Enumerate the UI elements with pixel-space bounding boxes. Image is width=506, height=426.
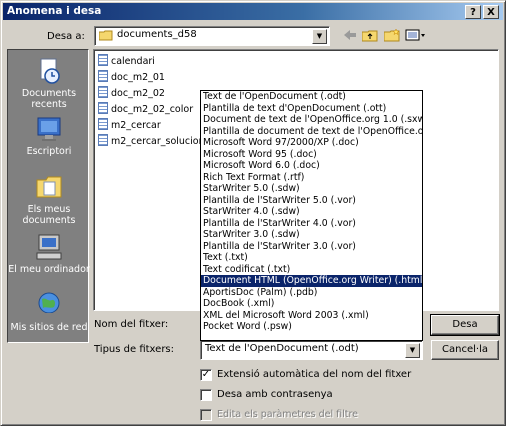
filetype-dropdown-list[interactable]: Text de l'OpenDocument (.odt) Plantilla d… xyxy=(200,90,423,341)
chevron-down-icon[interactable]: ▼ xyxy=(405,343,420,358)
dropdown-option[interactable]: Microsoft Word 6.0 (.doc) xyxy=(201,160,422,172)
list-item[interactable]: doc_m2_01 xyxy=(98,70,165,84)
dropdown-option[interactable]: StarWriter 5.0 (.sdw) xyxy=(201,183,422,195)
folder-icon xyxy=(98,30,113,41)
filetype-label: Tipus de fitxers: xyxy=(94,344,175,355)
edit-filter-settings-checkbox xyxy=(200,409,212,421)
save-button[interactable]: Desa xyxy=(430,314,500,336)
place-label: Els meus documents xyxy=(22,204,76,226)
save-in-label: Desa a: xyxy=(47,31,85,42)
save-in-value: documents_d58 xyxy=(117,29,197,40)
dropdown-option[interactable]: Plantilla de document de text de l'OpenO… xyxy=(201,126,422,138)
chevron-down-icon[interactable]: ▼ xyxy=(312,29,327,44)
my-documents-icon xyxy=(34,172,64,202)
place-label: Escriptori xyxy=(26,146,72,157)
dropdown-option[interactable]: Document HTML (OpenOffice.org Writer) (.… xyxy=(201,275,422,287)
dropdown-option[interactable]: Microsoft Word 95 (.doc) xyxy=(201,149,422,161)
place-network[interactable]: Mis sitios de red xyxy=(8,290,90,333)
desktop-icon xyxy=(34,114,64,144)
new-folder-icon[interactable] xyxy=(383,28,401,45)
dropdown-option[interactable]: StarWriter 4.0 (.sdw) xyxy=(201,206,422,218)
places-bar: Documents recents Escriptori Els meus do… xyxy=(7,49,90,343)
place-my-computer[interactable]: El meu ordinador xyxy=(8,232,90,275)
cancel-button[interactable]: Cancel·la xyxy=(431,340,499,360)
file-name: doc_m2_02 xyxy=(111,88,165,99)
filetype-value: Text de l'OpenDocument (.odt) xyxy=(205,343,359,354)
title-bar: Anomena i desa ? X xyxy=(3,3,503,20)
document-icon xyxy=(98,70,108,82)
network-places-icon xyxy=(34,290,64,320)
dropdown-option[interactable]: Microsoft Word 97/2000/XP (.doc) xyxy=(201,137,422,149)
filetype-select[interactable]: Text de l'OpenDocument (.odt) ▼ xyxy=(200,340,423,360)
place-desktop[interactable]: Escriptori xyxy=(8,114,90,157)
help-button[interactable]: ? xyxy=(465,5,481,19)
place-label: Documents recents xyxy=(21,88,77,110)
dropdown-option[interactable]: Pocket Word (.psw) xyxy=(201,321,422,333)
dropdown-option[interactable]: Plantilla de l'StarWriter 5.0 (.vor) xyxy=(201,195,422,207)
dropdown-option[interactable]: AportisDoc (Palm) (.pdb) xyxy=(201,287,422,299)
document-icon xyxy=(98,54,108,66)
place-label: El meu ordinador xyxy=(8,264,90,275)
dropdown-option[interactable]: XML del Microsoft Word 2003 (.xml) xyxy=(201,310,422,322)
dropdown-option[interactable]: Plantilla de text d'OpenDocument (.ott) xyxy=(201,103,422,115)
dropdown-option[interactable]: Plantilla de l'StarWriter 4.0 (.vor) xyxy=(201,218,422,230)
recent-documents-icon xyxy=(34,56,64,86)
close-button[interactable]: X xyxy=(483,5,499,19)
list-item[interactable]: doc_m2_02 xyxy=(98,86,165,100)
dropdown-option[interactable]: Document de text de l'OpenOffice.org 1.0… xyxy=(201,114,422,126)
filename-label: Nom del fitxer: xyxy=(94,319,169,330)
dialog-title: Anomena i desa xyxy=(7,5,102,17)
dropdown-option[interactable]: Text codificat (.txt) xyxy=(201,264,422,276)
auto-extension-label: Extensió automàtica del nom del fitxer xyxy=(217,369,412,380)
view-menu-icon[interactable] xyxy=(404,29,428,45)
list-item[interactable]: m2_cercar_solucionat xyxy=(98,134,214,148)
up-folder-icon[interactable] xyxy=(361,29,379,45)
file-name: doc_m2_02_color xyxy=(111,104,194,115)
place-recent-documents[interactable]: Documents recents xyxy=(8,56,90,110)
dropdown-option[interactable]: Text de l'OpenDocument (.odt) xyxy=(201,91,422,103)
back-icon[interactable] xyxy=(341,29,359,45)
place-label: Mis sitios de red xyxy=(10,322,88,333)
dropdown-option[interactable]: Text (.txt) xyxy=(201,252,422,264)
dropdown-option[interactable]: DocBook (.xml) xyxy=(201,298,422,310)
file-name: m2_cercar xyxy=(111,120,161,131)
dropdown-option[interactable]: StarWriter 3.0 (.sdw) xyxy=(201,229,422,241)
my-computer-icon xyxy=(34,232,64,262)
file-name: doc_m2_01 xyxy=(111,72,165,83)
save-with-password-checkbox[interactable] xyxy=(200,389,212,401)
auto-extension-checkbox[interactable]: ✓ xyxy=(200,369,212,381)
list-item[interactable]: calendari xyxy=(98,54,155,68)
list-item[interactable]: m2_cercar xyxy=(98,118,161,132)
document-icon xyxy=(98,86,108,98)
document-icon xyxy=(98,102,108,114)
save-in-combo[interactable]: documents_d58 ▼ xyxy=(94,26,330,46)
document-icon xyxy=(98,134,108,146)
place-my-documents[interactable]: Els meus documents xyxy=(8,172,90,226)
list-item[interactable]: doc_m2_02_color xyxy=(98,102,193,116)
file-name: m2_cercar_solucionat xyxy=(111,136,215,147)
dropdown-option[interactable]: Plantilla de l'StarWriter 3.0 (.vor) xyxy=(201,241,422,253)
save-as-dialog: Anomena i desa ? X Desa a: documents_d58… xyxy=(0,0,506,426)
dropdown-option[interactable]: Rich Text Format (.rtf) xyxy=(201,172,422,184)
edit-filter-settings-label: Edita els paràmetres del filtre xyxy=(217,409,359,420)
file-name: calendari xyxy=(111,56,155,67)
document-icon xyxy=(98,118,108,130)
save-with-password-label: Desa amb contrasenya xyxy=(217,389,333,400)
